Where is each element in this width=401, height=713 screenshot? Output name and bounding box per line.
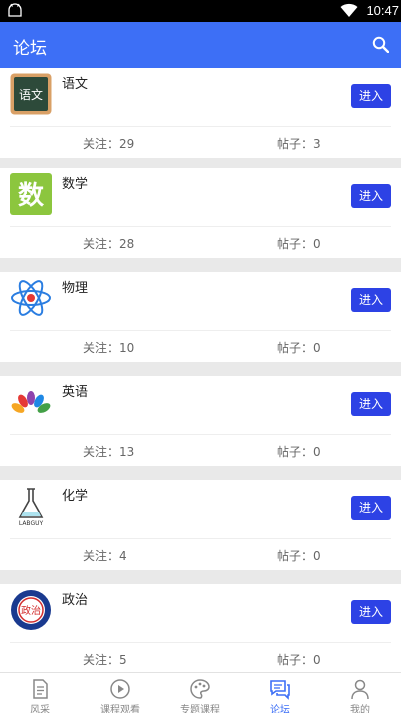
follow-count: 关注：4 [83, 549, 127, 563]
divider [10, 126, 391, 127]
forum-card-chemistry[interactable]: LABGUY 化学 进入 关注：4 帖子：0 [0, 480, 401, 570]
enter-button[interactable]: 进入 [351, 600, 391, 624]
divider [10, 642, 391, 643]
follow-count: 关注：29 [83, 137, 135, 151]
play-icon [110, 679, 130, 699]
forum-card-english[interactable]: 英语 进入 关注：13 帖子：0 [0, 376, 401, 466]
forum-card-physics[interactable]: 物理 进入 关注：10 帖子：0 [0, 272, 401, 362]
document-icon [33, 679, 48, 699]
post-count: 帖子：0 [277, 445, 321, 459]
nav-item-showcase[interactable]: 风采 [0, 673, 80, 713]
nav-item-course-watch[interactable]: 课程观看 [80, 673, 160, 713]
forum-name: 政治 [62, 593, 89, 608]
forum-name: 语文 [62, 77, 89, 92]
wifi-icon [340, 3, 358, 18]
forum-name: 物理 [62, 281, 89, 296]
divider [10, 538, 391, 539]
nav-item-topic-course[interactable]: 专题课程 [160, 673, 240, 713]
math-icon-text: 数 [18, 181, 45, 211]
chat-icon [270, 680, 290, 700]
politics-icon-text: 政治 [21, 604, 41, 617]
forum-name: 英语 [62, 385, 89, 400]
nav-label: 专题课程 [180, 705, 220, 713]
palette-icon [190, 679, 210, 699]
search-icon[interactable] [372, 36, 389, 53]
chinese-icon-text: 语文 [19, 87, 43, 102]
forum-card-politics[interactable]: 政治 政治 进入 关注：5 帖子：0 [0, 584, 401, 672]
divider [10, 330, 391, 331]
app-bar: 论坛 [0, 22, 401, 68]
nav-item-mine[interactable]: 我的 [320, 673, 400, 713]
enter-button[interactable]: 进入 [351, 392, 391, 416]
post-count: 帖子：0 [277, 653, 321, 667]
nav-label: 我的 [350, 705, 370, 713]
nav-label: 风采 [30, 705, 50, 713]
follow-count: 关注：28 [83, 237, 135, 251]
page-title: 论坛 [13, 39, 47, 59]
nav-item-forum[interactable]: 论坛 [240, 673, 320, 713]
chemistry-flask-icon: LABGUY [18, 488, 44, 527]
politics-seal-icon: 政治 [11, 590, 51, 630]
forum-card-chinese[interactable]: 语文 语文 进入 关注：29 帖子：3 [0, 68, 401, 158]
android-icon [8, 3, 22, 17]
forum-list: 语文 语文 进入 关注：29 帖子：3 数 数学 进入 关注：28 帖子：0 物… [0, 68, 401, 672]
bottom-nav: 风采 课程观看 专题课程 论坛 我的 [0, 672, 401, 713]
forum-card-math[interactable]: 数 数学 进入 关注：28 帖子：0 [0, 168, 401, 258]
post-count: 帖子：0 [277, 341, 321, 355]
clock: 10:47 [366, 3, 399, 18]
chinese-icon: 语文 [10, 73, 52, 115]
enter-button[interactable]: 进入 [351, 184, 391, 208]
follow-count: 关注：13 [83, 445, 135, 459]
post-count: 帖子：0 [277, 237, 321, 251]
divider [10, 434, 391, 435]
post-count: 帖子：3 [277, 137, 321, 151]
physics-atom-icon [11, 280, 51, 316]
status-bar: 10:47 [0, 0, 401, 22]
follow-count: 关注：10 [83, 341, 135, 355]
divider [10, 226, 391, 227]
post-count: 帖子：0 [277, 549, 321, 563]
follow-count: 关注：5 [83, 653, 127, 667]
nav-label: 课程观看 [100, 705, 140, 713]
math-icon: 数 [10, 173, 52, 215]
forum-name: 数学 [62, 177, 89, 192]
nav-label: 论坛 [270, 705, 290, 713]
person-icon [351, 679, 369, 700]
enter-button[interactable]: 进入 [351, 84, 391, 108]
enter-button[interactable]: 进入 [351, 288, 391, 312]
enter-button[interactable]: 进入 [351, 496, 391, 520]
forum-name: 化学 [62, 489, 89, 504]
chemistry-icon-text: LABGUY [19, 520, 44, 527]
english-peacock-icon [11, 391, 51, 413]
